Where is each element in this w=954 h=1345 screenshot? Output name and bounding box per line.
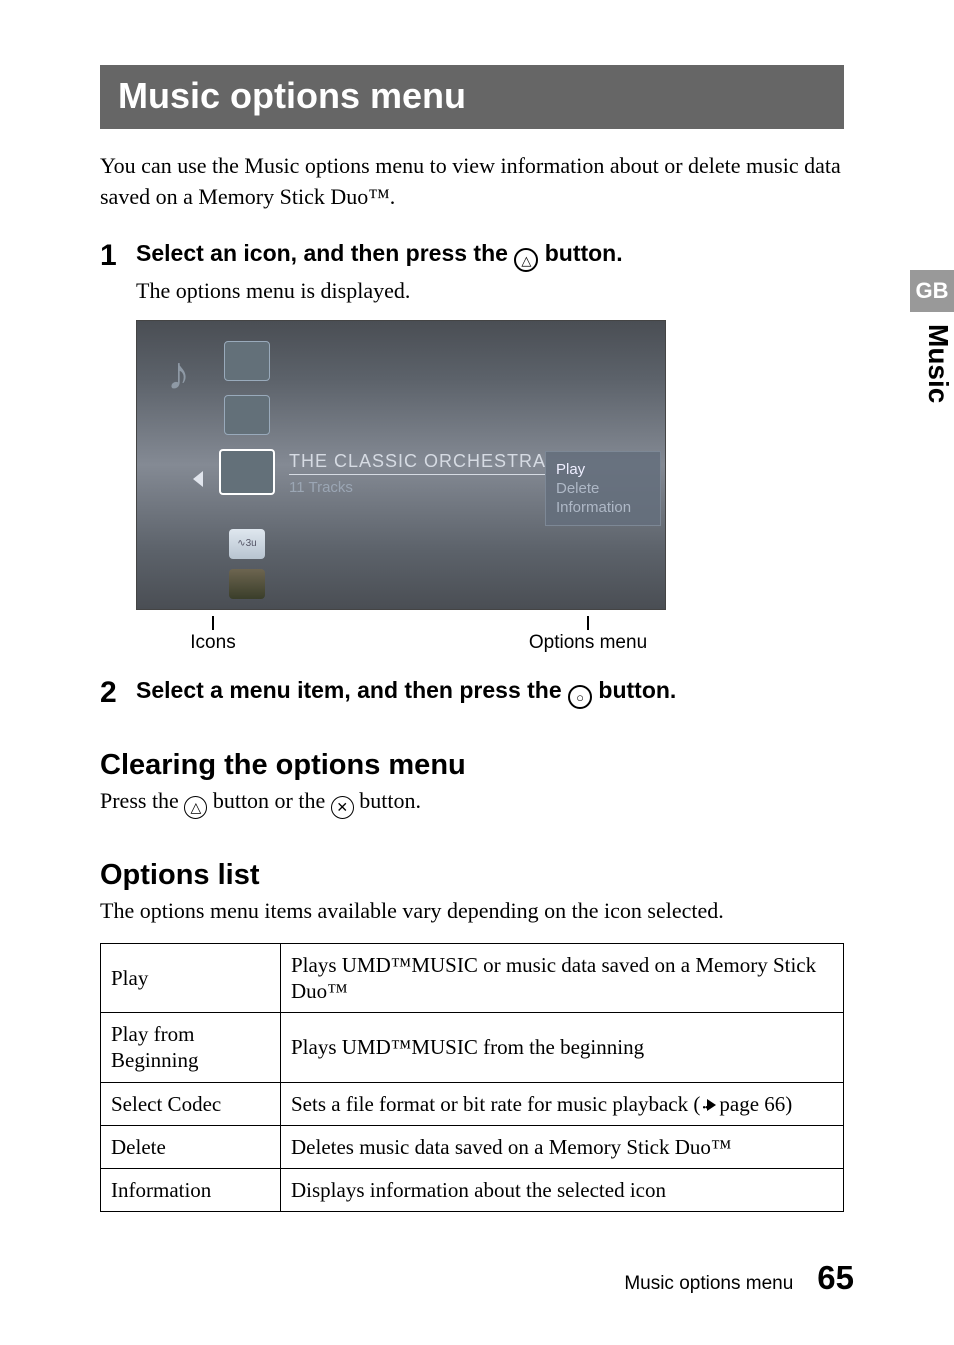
option-name: Play (101, 943, 281, 1013)
option-desc: Sets a file format or bit rate for music… (281, 1082, 844, 1125)
step-text-after: button. (538, 240, 622, 266)
step-text-after: button. (592, 677, 676, 703)
option-name: Select Codec (101, 1082, 281, 1125)
option-desc: Plays UMD™MUSIC from the beginning (281, 1013, 844, 1083)
clearing-heading: Clearing the options menu (100, 749, 844, 782)
step-2-title: Select a menu item, and then press the ○… (136, 676, 844, 710)
page-footer: Music options menu 65 (624, 1259, 854, 1297)
footer-label: Music options menu (624, 1273, 793, 1295)
callout-options-menu: Options menu (529, 632, 647, 653)
triangle-button-icon: △ (514, 248, 538, 272)
album-title: THE CLASSIC ORCHESTRA (289, 451, 546, 475)
option-desc: Displays information about the selected … (281, 1169, 844, 1212)
desc-before: Sets a file format or bit rate for music… (291, 1092, 700, 1116)
clearing-text: Press the △ button or the ✕ button. (100, 786, 844, 819)
section-tab: Music (910, 324, 954, 403)
clearing-mid: button or the (207, 788, 330, 813)
screenshot-figure: ♪ ∿3u THE CLASSIC ORCHESTRA 11 Tracks Pl… (136, 320, 844, 654)
atrac-icon: ∿3u (229, 529, 265, 559)
selection-pointer-icon (193, 471, 203, 487)
step-number: 1 (100, 239, 136, 271)
screenshot-image: ♪ ∿3u THE CLASSIC ORCHESTRA 11 Tracks Pl… (136, 320, 666, 610)
album-thumb (224, 395, 270, 435)
side-tab: GB Music (910, 270, 954, 403)
step-1-title: Select an icon, and then press the △ but… (136, 239, 844, 273)
table-row: Select Codec Sets a file format or bit r… (101, 1082, 844, 1125)
photo-thumb (229, 569, 265, 599)
cross-button-icon: ✕ (331, 796, 354, 819)
page-title: Music options menu (100, 65, 844, 129)
callout-icons: Icons (190, 632, 235, 653)
desc-after: page 66) (719, 1092, 792, 1116)
options-list-heading: Options list (100, 859, 844, 892)
table-row: Information Displays information about t… (101, 1169, 844, 1212)
music-note-icon: ♪ (167, 347, 190, 400)
album-thumb (224, 341, 270, 381)
option-name: Play from Beginning (101, 1013, 281, 1083)
option-name: Information (101, 1169, 281, 1212)
step-text-before: Select an icon, and then press the (136, 240, 514, 266)
icon-column (219, 341, 275, 495)
triangle-button-icon: △ (184, 796, 207, 819)
album-subtitle: 11 Tracks (289, 479, 546, 496)
clearing-after: button. (354, 788, 421, 813)
clearing-before: Press the (100, 788, 184, 813)
intro-paragraph: You can use the Music options menu to vi… (100, 151, 844, 213)
arrow-right-icon (707, 1099, 716, 1111)
figure-callouts: Icons Options menu (136, 616, 844, 654)
step-text-before: Select a menu item, and then press the (136, 677, 568, 703)
step-1: 1 Select an icon, and then press the △ b… (100, 239, 844, 306)
step-2: 2 Select a menu item, and then press the… (100, 676, 844, 710)
step-number: 2 (100, 676, 136, 708)
menu-item-play: Play (556, 460, 640, 479)
album-thumb-selected (219, 449, 275, 495)
menu-item-information: Information (556, 498, 640, 517)
step-1-desc: The options menu is displayed. (136, 276, 844, 306)
menu-item-delete: Delete (556, 479, 640, 498)
option-desc: Deletes music data saved on a Memory Sti… (281, 1125, 844, 1168)
page-ref-icon (700, 1103, 707, 1116)
option-desc: Plays UMD™MUSIC or music data saved on a… (281, 943, 844, 1013)
circle-button-icon: ○ (568, 685, 592, 709)
table-row: Delete Deletes music data saved on a Mem… (101, 1125, 844, 1168)
language-tab: GB (910, 270, 954, 312)
options-popup: Play Delete Information (545, 451, 661, 526)
options-table: Play Plays UMD™MUSIC or music data saved… (100, 943, 844, 1213)
album-info: THE CLASSIC ORCHESTRA 11 Tracks (289, 451, 546, 496)
page-number: 65 (817, 1259, 854, 1297)
options-list-text: The options menu items available vary de… (100, 896, 844, 927)
option-name: Delete (101, 1125, 281, 1168)
table-row: Play Plays UMD™MUSIC or music data saved… (101, 943, 844, 1013)
table-row: Play from Beginning Plays UMD™MUSIC from… (101, 1013, 844, 1083)
